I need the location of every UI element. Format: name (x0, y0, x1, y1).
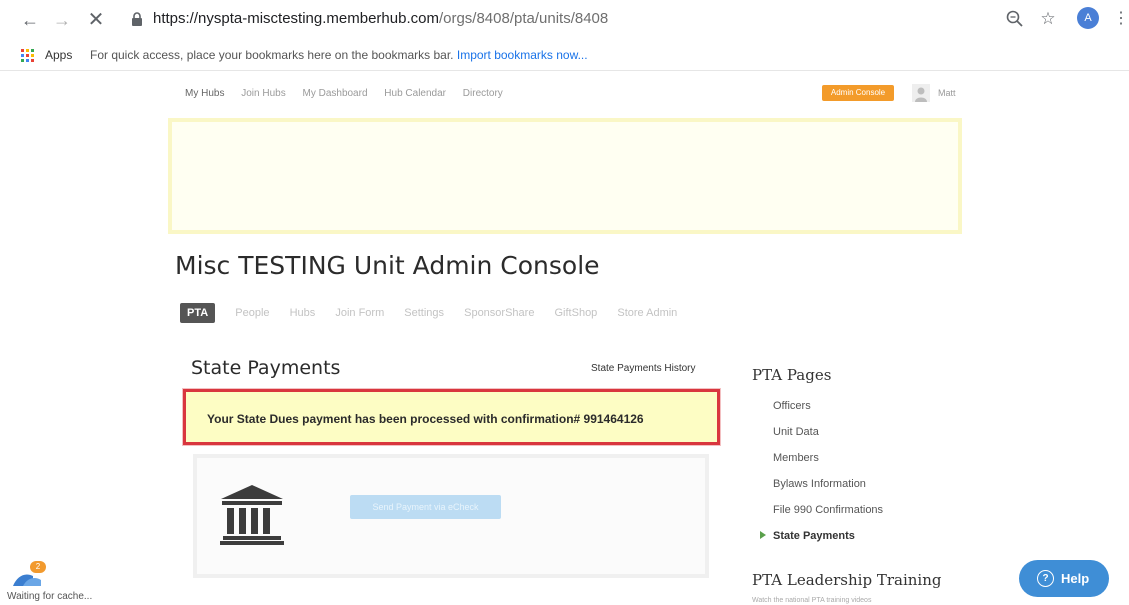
section-title: State Payments (191, 357, 341, 379)
site-nav: My Hubs Join Hubs My Dashboard Hub Calen… (185, 88, 517, 99)
leadership-training-title[interactable]: PTA Leadership Training (752, 571, 941, 589)
bank-icon (220, 485, 284, 545)
leadership-training-subtitle: Watch the national PTA training videos (752, 597, 872, 604)
question-icon: ? (1037, 570, 1054, 587)
site-nav-my-hubs[interactable]: My Hubs (185, 88, 224, 99)
url-host: https://nyspta-misctesting.memberhub.com (153, 10, 439, 27)
active-item-marker-icon (760, 531, 766, 539)
confirmation-message: Your State Dues payment has been process… (207, 412, 644, 426)
site-nav-directory[interactable]: Directory (463, 88, 503, 99)
apps-grid-icon[interactable] (21, 49, 34, 62)
notification-badge: 2 (30, 561, 46, 573)
apps-shortcut[interactable]: Apps (45, 48, 72, 62)
tab-sponsorshare[interactable]: SponsorShare (464, 303, 534, 323)
url-path: /orgs/8408/pta/units/8408 (438, 10, 609, 27)
help-button[interactable]: ? Help (1019, 560, 1109, 597)
tab-giftshop[interactable]: GiftShop (555, 303, 598, 323)
sidebar-item-unit-data[interactable]: Unit Data (773, 426, 819, 438)
tab-pta[interactable]: PTA (180, 303, 216, 323)
user-name[interactable]: Matt (938, 88, 956, 98)
bookmarks-hint-text: For quick access, place your bookmarks h… (90, 48, 454, 62)
status-text: Waiting for cache... (7, 591, 93, 602)
help-label: Help (1061, 571, 1090, 586)
browser-toolbar: ← → ✕ https://nyspta-misctesting.memberh… (0, 0, 1129, 40)
bookmarks-hint: For quick access, place your bookmarks h… (90, 48, 588, 62)
sidebar-item-officers[interactable]: Officers (773, 400, 811, 412)
site-nav-join-hubs[interactable]: Join Hubs (241, 88, 285, 99)
sidebar-title: PTA Pages (752, 366, 832, 384)
star-icon[interactable]: ☆ (1037, 8, 1059, 30)
address-bar[interactable]: https://nyspta-misctesting.memberhub.com… (153, 10, 608, 27)
page-title: Misc TESTING Unit Admin Console (175, 251, 600, 280)
send-echeck-button[interactable]: Send Payment via eCheck (350, 495, 501, 519)
state-payments-history-link[interactable]: State Payments History (591, 363, 695, 374)
stop-loading-icon[interactable]: ✕ (86, 9, 106, 31)
tab-settings[interactable]: Settings (404, 303, 444, 323)
site-nav-dashboard[interactable]: My Dashboard (302, 88, 367, 99)
console-tabs: PTA People Hubs Join Form Settings Spons… (180, 303, 694, 323)
sidebar-item-state-payments[interactable]: State Payments (773, 530, 855, 542)
site-nav-calendar[interactable]: Hub Calendar (384, 88, 446, 99)
tab-hubs[interactable]: Hubs (290, 303, 316, 323)
profile-avatar[interactable]: A (1077, 7, 1099, 29)
forward-arrow-icon[interactable]: → (52, 9, 72, 31)
import-bookmarks-link[interactable]: Import bookmarks now... (457, 48, 588, 62)
lock-icon (132, 12, 142, 26)
sidebar-item-members[interactable]: Members (773, 452, 819, 464)
user-avatar-icon[interactable] (912, 84, 930, 102)
back-arrow-icon[interactable]: ← (20, 9, 40, 31)
banner-area (168, 118, 962, 234)
bookmarks-bar: Apps For quick access, place your bookma… (0, 40, 1129, 71)
tab-people[interactable]: People (235, 303, 269, 323)
tab-store-admin[interactable]: Store Admin (617, 303, 677, 323)
menu-dots-icon[interactable]: ⋮ (1110, 8, 1129, 30)
sidebar-item-bylaws[interactable]: Bylaws Information (773, 478, 866, 490)
sidebar-item-file-990[interactable]: File 990 Confirmations (773, 504, 883, 516)
confirmation-alert: Your State Dues payment has been process… (183, 389, 720, 445)
tab-join-form[interactable]: Join Form (335, 303, 384, 323)
zoom-icon[interactable] (1004, 8, 1026, 30)
admin-console-button[interactable]: Admin Console (822, 85, 894, 101)
